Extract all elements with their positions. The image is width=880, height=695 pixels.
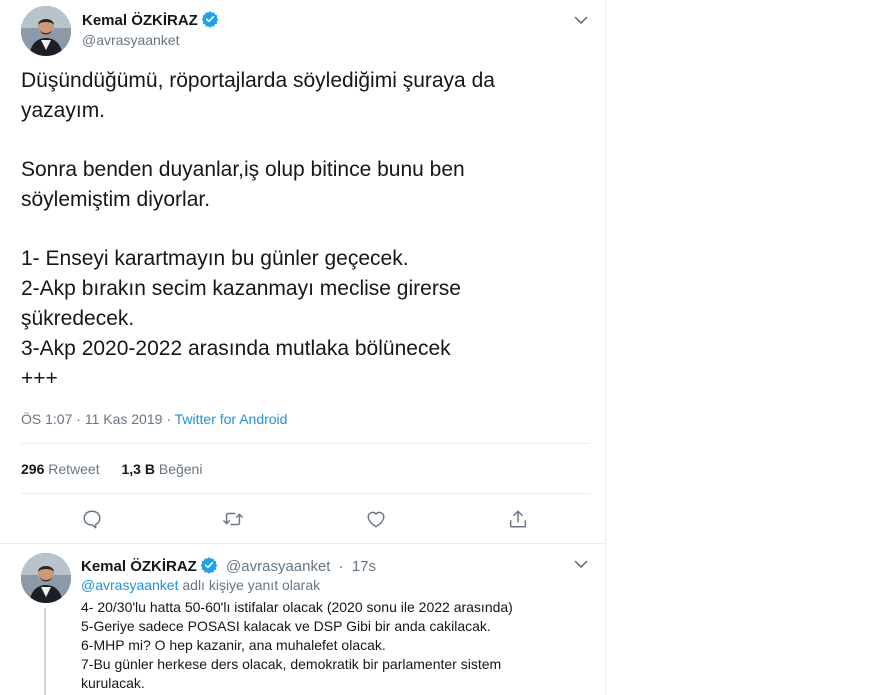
tweet-line: Sonra benden duyanlar,iş olup bitince bu… [21,158,465,181]
divider [21,493,590,494]
meta-separator: · [166,411,171,427]
reply-avatar[interactable] [21,553,71,603]
tweet-line: şükredecek. [21,307,135,330]
tweet-date[interactable]: 11 Kas 2019 [85,411,163,427]
tweet-line: 2-Akp bırakın secim kazanmayı meclise gi… [21,277,461,300]
retweet-stat[interactable]: 296 Retweet [21,461,100,477]
tweet-time[interactable]: ÖS 1:07 [21,411,72,427]
thread-line [44,608,46,695]
heart-icon[interactable] [365,508,387,530]
replying-to-link[interactable]: @avrasyaanket [81,577,178,593]
like-count: 1,3 B [121,461,155,477]
tweet-line: Düşündüğümü, röportajlarda söylediğimi ş… [21,69,495,92]
tweet-stats: 296 Retweet 1,3 B Beğeni [21,461,220,477]
retweet-icon[interactable] [222,508,244,530]
verified-badge-icon [201,10,219,32]
reply-text: 4- 20/30'lu hatta 50-60'lı istifalar ola… [81,598,591,693]
replying-to: @avrasyaanket adlı kişiye yanıt olarak [81,577,320,593]
tweet-separator [0,543,605,544]
reply-line: kurulacak. [81,675,145,691]
reply-author-name[interactable]: Kemal ÖZKİRAZ [81,558,197,575]
tweet-page: Kemal ÖZKİRAZ @avrasyaanket Düşündüğümü,… [0,0,880,695]
reply-time[interactable]: 17s [352,558,376,575]
tweet-line: +++ [21,367,58,390]
retweet-label: Retweet [48,461,100,477]
tweet-line: yazayım. [21,99,106,122]
chevron-down-icon[interactable] [573,12,589,33]
author-name-text[interactable]: Kemal ÖZKİRAZ [82,12,198,29]
like-stat[interactable]: 1,3 B Beğeni [122,461,203,477]
reply-line: 7-Bu günler herkese ders olacak, demokra… [81,656,502,672]
reply-header: Kemal ÖZKİRAZ @avrasyaanket · 17s [81,556,376,578]
reply-line: 5-Geriye sadece POSASI kalacak ve DSP Gi… [81,618,491,634]
author-name[interactable]: Kemal ÖZKİRAZ [82,10,219,32]
divider [21,443,590,444]
replying-to-label: adlı kişiye yanıt olarak [182,577,321,593]
like-label: Beğeni [158,461,203,477]
tweet-line: 1- Enseyi karartmayın bu günler geçecek. [21,247,409,270]
tweet-source-link[interactable]: Twitter for Android [175,411,288,427]
meta-separator: · [76,411,81,427]
author-handle[interactable]: @avrasyaanket [82,32,179,48]
chevron-down-icon[interactable] [573,556,589,577]
reply-line: 4- 20/30'lu hatta 50-60'lı istifalar ola… [81,599,513,615]
tweet-line: 3-Akp 2020-2022 arasında mutlaka bölünec… [21,337,451,360]
reply-line: 6-MHP mi? O hep kazanir, ana muhalefet o… [81,637,386,653]
share-icon[interactable] [507,508,529,530]
tweet-meta: ÖS 1:07 · 11 Kas 2019 · Twitter for Andr… [21,411,287,427]
column-divider [605,0,606,695]
retweet-count: 296 [21,461,45,477]
meta-separator: · [338,558,344,575]
tweet-line: söylemiştim diyorlar. [21,188,211,211]
tweet-text: Düşündüğümü, röportajlarda söylediğimi ş… [21,66,596,394]
reply-icon[interactable] [81,508,103,530]
avatar[interactable] [21,6,71,56]
reply-author-handle[interactable]: @avrasyaanket [226,558,330,575]
verified-badge-icon [200,556,218,578]
